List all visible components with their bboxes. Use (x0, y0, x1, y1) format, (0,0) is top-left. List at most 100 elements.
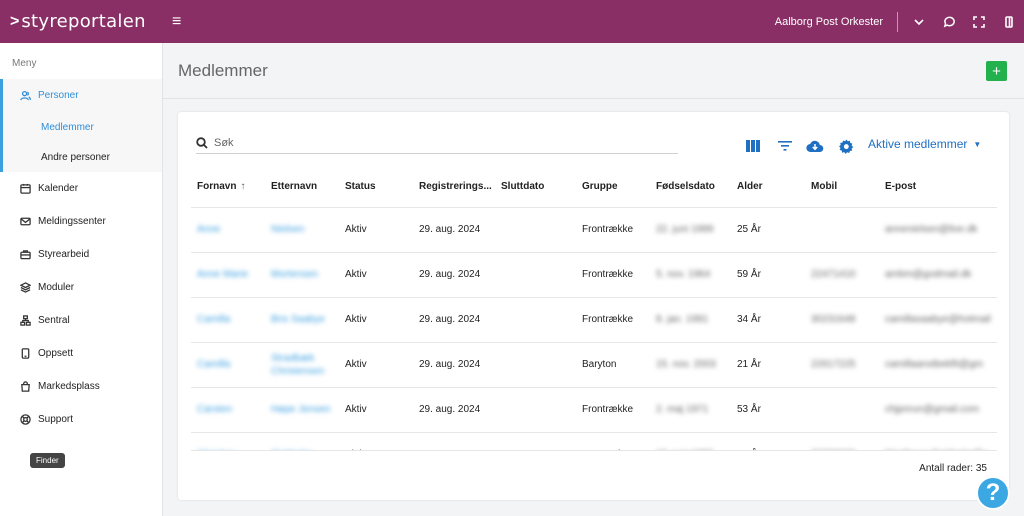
cell-fodselsdato: 8. jan. 1991 (650, 297, 731, 343)
table-row[interactable]: Camilla Brix Saabye Aktiv 29. aug. 2024 … (191, 297, 997, 343)
cell-sluttdato (495, 432, 576, 450)
cell-status: Aktiv (339, 207, 413, 253)
cell-sluttdato (495, 252, 576, 298)
cell-etternavn[interactable]: Mortensen (265, 252, 339, 298)
cell-gruppe: Frontrække (576, 387, 650, 433)
cell-status: Aktiv (339, 252, 413, 298)
sidebar-item-label: Markedsplass (38, 381, 100, 392)
column-header-mobil[interactable]: Mobil (805, 167, 879, 208)
sidebar-item-personer[interactable]: Personer (3, 79, 162, 112)
column-header-etternavn[interactable]: Etternavn (265, 167, 339, 208)
cell-epost: chjpnrun@gmail.com (879, 387, 997, 433)
finder-tooltip: Finder (30, 453, 65, 468)
cell-gruppe: Frontrække (576, 252, 650, 298)
app-logo[interactable]: > styreportalen (0, 11, 170, 32)
column-header-alder[interactable]: Alder (731, 167, 805, 208)
sidebar-item-label: Moduler (38, 282, 75, 293)
sidebar-item-label: Kalender (38, 183, 79, 194)
cell-mobil: 22617225 (805, 342, 879, 388)
cell-registrering: 29. aug. 2024 (413, 297, 495, 343)
sidebar-subitem-andre-personer[interactable]: Andre personer (3, 142, 162, 172)
cell-fodselsdato: 22. juni 1999 (650, 207, 731, 253)
cell-fodselsdato: 2. maj 1971 (650, 387, 731, 433)
top-right-controls: Aalborg Post Orkester (775, 0, 1024, 43)
cell-fornavn[interactable]: Anne (191, 207, 265, 253)
cell-fornavn[interactable]: Carsten (191, 387, 265, 433)
column-header-gruppe[interactable]: Gruppe (576, 167, 650, 208)
header-divider (163, 98, 1024, 99)
table-row[interactable]: Anne Marie Mortensen Aktiv 29. aug. 2024… (191, 252, 997, 298)
cell-mobil: 20260020 (805, 432, 879, 450)
cell-mobil: 30231648 (805, 297, 879, 343)
cell-fornavn[interactable]: Christian (191, 432, 265, 450)
table-row[interactable]: Carsten Høpe Jensen Aktiv 29. aug. 2024 … (191, 387, 997, 433)
lifebuoy-icon (20, 414, 31, 425)
sidebar-item-label: Meldingssenter (38, 216, 106, 227)
sidebar-item-oppsett[interactable]: Oppsett (0, 337, 162, 370)
sidebar-item-support[interactable]: Support (0, 403, 162, 436)
network-icon (20, 315, 31, 326)
cell-fodselsdato: 19. juni 1999 (650, 432, 731, 450)
briefcase-icon (20, 250, 31, 260)
cell-etternavn[interactable]: Høpe Jensen (265, 387, 339, 433)
sidebar-subitem-medlemmer[interactable]: Medlemmer (3, 112, 162, 142)
menu-label: Meny (12, 58, 37, 69)
cell-fornavn[interactable]: Camilla (191, 342, 265, 388)
cell-etternavn[interactable]: Nielsen (265, 207, 339, 253)
top-bar: > styreportalen ≡ Aalborg Post Orkester (0, 0, 1024, 43)
cell-fornavn[interactable]: Anne Marie (191, 252, 265, 298)
cell-gruppe: Frontrække (576, 297, 650, 343)
table-viewport[interactable]: Fornavn ↑ Etternavn Status Registrerings.… (178, 112, 1009, 450)
sidebar-item-kalender[interactable]: Kalender (0, 172, 162, 205)
table-row[interactable]: Christian Stokholm Aktiv 29. aug. 2024 P… (191, 432, 997, 450)
column-header-sluttdato[interactable]: Sluttdato (495, 167, 576, 208)
chevron-down-icon[interactable] (904, 7, 934, 37)
cell-etternavn[interactable]: Stokholm (265, 432, 339, 450)
column-header-fornavn[interactable]: Fornavn ↑ (191, 167, 265, 208)
cell-alder: 25 År (731, 432, 805, 450)
sidebar-item-styrearbeid[interactable]: Styrearbeid (0, 238, 162, 271)
column-header-epost[interactable]: E-post (879, 167, 997, 208)
cell-epost: annenielsen@live.dk (879, 207, 997, 253)
fullscreen-icon[interactable] (964, 7, 994, 37)
shopping-bag-icon (21, 381, 30, 392)
sidebar-item-label: Personer (38, 90, 79, 101)
column-header-fodselsdato[interactable]: Fødselsdato (650, 167, 731, 208)
row-count: Antall rader: 35 (919, 463, 987, 474)
column-header-registreringsdato[interactable]: Registrerings... (413, 167, 495, 208)
page-title: Medlemmer (178, 61, 268, 80)
panel-icon[interactable] (994, 7, 1024, 37)
sort-arrow-icon[interactable]: ↑ (240, 181, 245, 192)
members-card: Aktive medlemmer ▼ Fornavn↑ Etternavn St… (178, 112, 1009, 500)
sidebar-item-markedsplass[interactable]: Markedsplass (0, 370, 162, 403)
sidebar-item-sentral[interactable]: Sentral (0, 304, 162, 337)
add-member-button[interactable]: + (986, 61, 1007, 81)
table-header-row: Fornavn ↑ Etternavn Status Registrerings.… (191, 167, 997, 208)
column-header-status[interactable]: Status (339, 167, 413, 208)
sidebar-item-label: Oppsett (38, 348, 74, 359)
cell-epost: camillaanstbekfti@gm (879, 342, 997, 388)
cell-registrering: 29. aug. 2024 (413, 252, 495, 298)
cell-gruppe: Baryton (576, 342, 650, 388)
cell-etternavn[interactable]: Stradbæk Christensen (265, 342, 339, 388)
cell-etternavn[interactable]: Brix Saabye (265, 297, 339, 343)
hamburger-menu-icon[interactable]: ≡ (172, 13, 181, 31)
members-table: Fornavn ↑ Etternavn Status Registrerings.… (191, 167, 997, 450)
mail-icon (20, 217, 31, 226)
table-row[interactable]: Camilla Stradbæk Christensen Aktiv 29. a… (191, 342, 997, 388)
cell-status: Aktiv (339, 297, 413, 343)
help-button[interactable]: ? (976, 476, 1010, 510)
sidebar-item-label: Sentral (38, 315, 70, 326)
sidebar-item-moduler[interactable]: Moduler (0, 271, 162, 304)
layers-icon (20, 282, 31, 293)
chat-icon[interactable] (934, 7, 964, 37)
cell-alder: 21 År (731, 342, 805, 388)
cell-epost: ambm@godmail.dk (879, 252, 997, 298)
table-row[interactable]: Anne Nielsen Aktiv 29. aug. 2024 Frontræ… (191, 207, 997, 253)
sidebar-item-meldingssenter[interactable]: Meldingssenter (0, 205, 162, 238)
logo-arrow: > (10, 12, 20, 30)
cell-fornavn[interactable]: Camilla (191, 297, 265, 343)
cell-gruppe: Frontrække (576, 207, 650, 253)
calendar-icon (20, 183, 31, 194)
tablet-icon (21, 348, 30, 359)
